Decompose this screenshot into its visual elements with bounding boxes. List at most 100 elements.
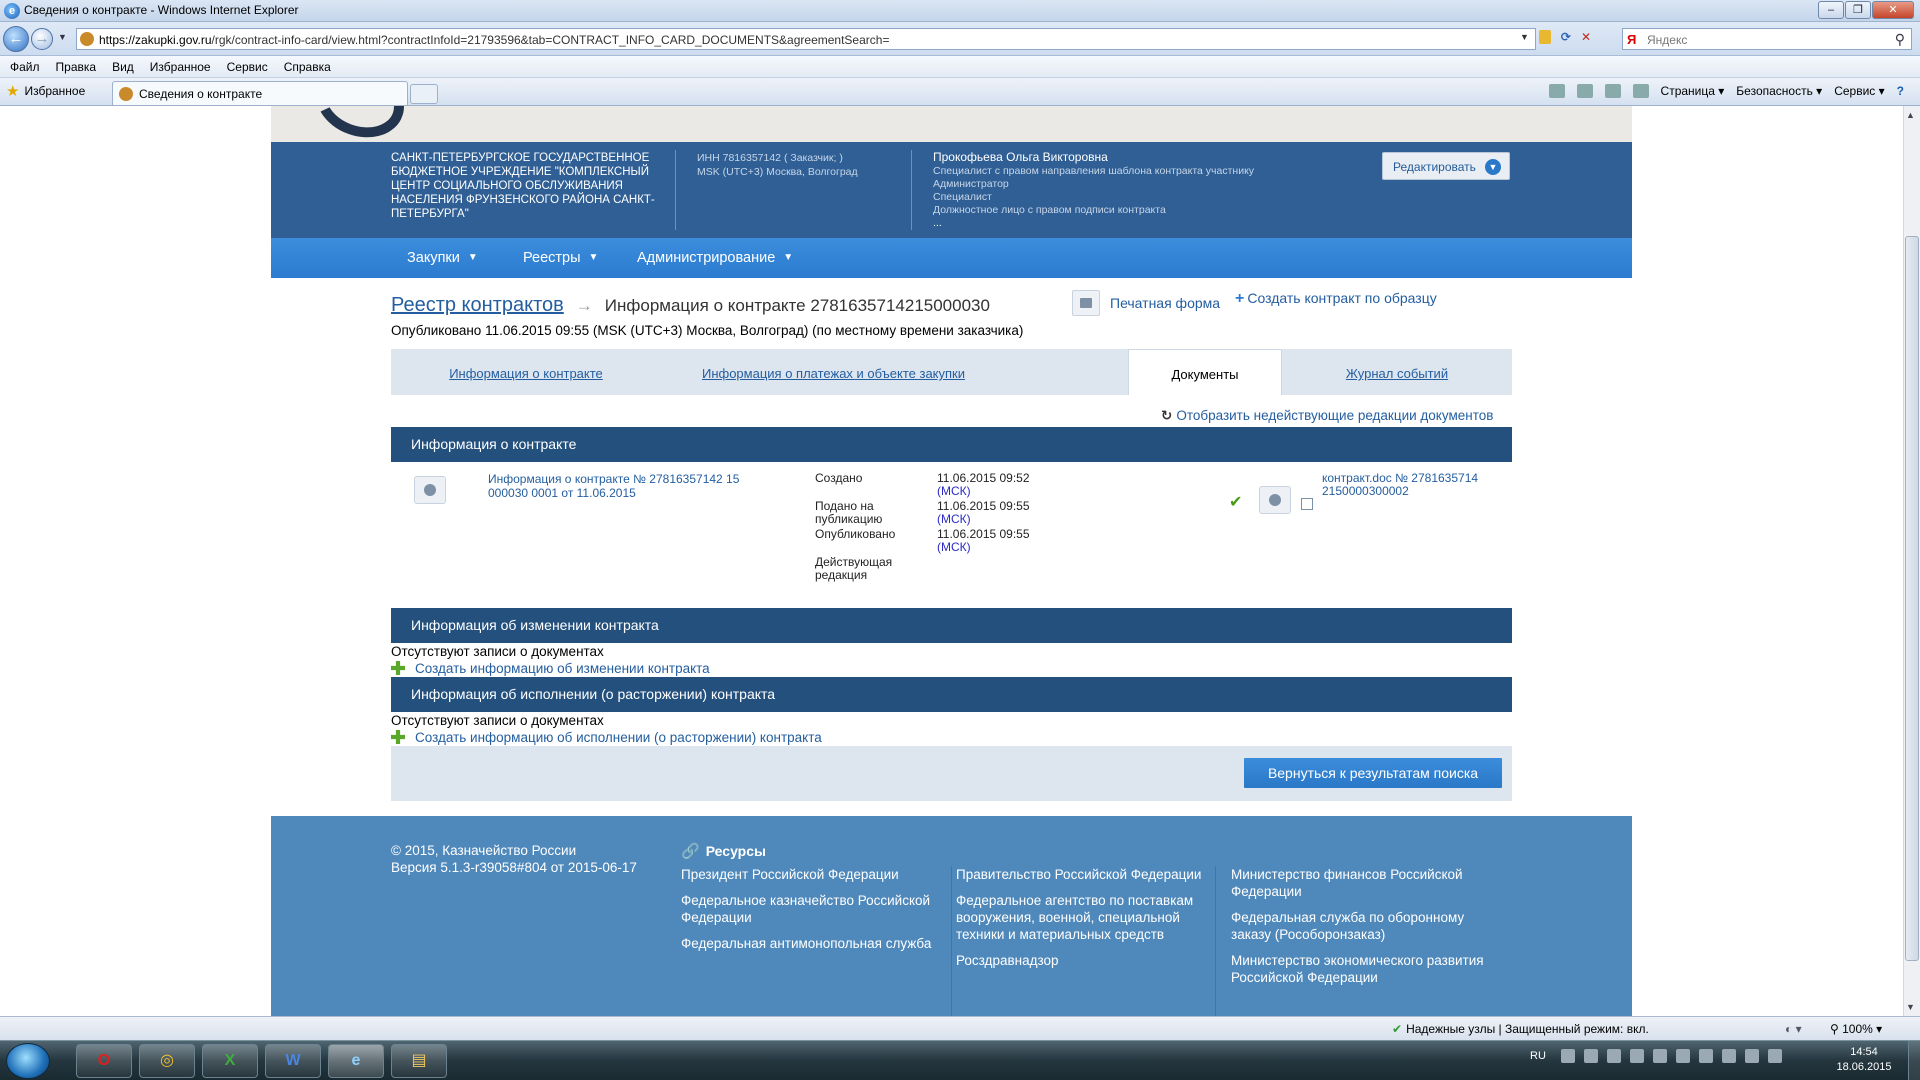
tab-contract-info[interactable]: Информация о контракте <box>391 349 661 395</box>
tray-app-icon[interactable] <box>1606 1049 1621 1063</box>
zone-settings-icon[interactable]: ◐ ▾ <box>1785 1022 1802 1036</box>
address-url[interactable]: https://zakupki.gov.ru/rgk/contract-info… <box>99 33 889 47</box>
language-indicator[interactable]: RU <box>1530 1050 1546 1062</box>
tray-app-icon[interactable] <box>1629 1049 1644 1063</box>
show-inactive-revisions-link[interactable]: ↻ Отобразить недействующие редакции докум… <box>1161 408 1493 424</box>
document-row: Информация о контракте № 27816357142 15 … <box>391 462 1512 602</box>
user-roles-more[interactable]: ... <box>933 217 1254 230</box>
resource-link[interactable]: Министерство экономического развития Рос… <box>1231 952 1491 986</box>
tray-antivirus-icon[interactable] <box>1767 1049 1782 1063</box>
taskbar-chrome-icon[interactable]: ◎ <box>139 1044 195 1078</box>
mail-icon[interactable] <box>1604 84 1621 98</box>
resource-link[interactable]: Правительство Российской Федерации <box>956 866 1216 883</box>
show-desktop-button[interactable] <box>1908 1041 1920 1080</box>
signature-icon[interactable] <box>1259 486 1291 514</box>
tab-documents[interactable]: Документы <box>1128 349 1282 395</box>
resource-link[interactable]: Росздравнадзор <box>956 952 1216 969</box>
create-execution-info-link[interactable]: Создать информацию об исполнении (о раст… <box>391 730 822 745</box>
home-icon[interactable] <box>1548 84 1565 98</box>
organization-inn: ИНН 7816357142 ( Заказчик; ) MSK (UTC+3)… <box>697 151 858 179</box>
lock-icon[interactable] <box>1538 30 1551 44</box>
create-by-sample-link[interactable]: + Создать контракт по образцу <box>1235 290 1437 308</box>
resource-link[interactable]: Министерство финансов Российской Федерац… <box>1231 866 1491 900</box>
menu-file[interactable]: Файл <box>10 56 49 77</box>
tray-app-icon[interactable] <box>1675 1049 1690 1063</box>
taskbar-opera-icon[interactable]: O <box>76 1044 132 1078</box>
create-change-info-link[interactable]: Создать информацию об изменении контракт… <box>391 661 710 676</box>
address-bar[interactable]: https://zakupki.gov.ru/rgk/contract-info… <box>76 28 1536 50</box>
browser-tab-current[interactable]: Сведения о контракте <box>112 81 408 105</box>
new-tab-button[interactable] <box>410 84 438 104</box>
forward-button[interactable]: → <box>31 28 53 50</box>
address-dropdown-icon[interactable]: ▼ <box>1520 32 1529 44</box>
menu-favorites[interactable]: Избранное <box>150 56 220 77</box>
tray-flag-icon[interactable] <box>1744 1049 1759 1063</box>
print-form-button[interactable]: Печатная форма <box>1072 290 1220 316</box>
address-row: ← → ▼ https://zakupki.gov.ru/rgk/contrac… <box>0 22 1920 56</box>
tray-app-icon[interactable] <box>1583 1049 1598 1063</box>
cmd-page[interactable]: Страница ▾ <box>1661 84 1725 98</box>
help-icon[interactable]: ? <box>1897 84 1904 98</box>
resource-link[interactable]: Федеральное агентство по поставкам воору… <box>956 892 1216 943</box>
back-button[interactable]: ← <box>3 26 29 52</box>
menu-tools[interactable]: Сервис <box>227 56 277 77</box>
system-clock[interactable]: 14:54 18.06.2015 <box>1834 1045 1894 1075</box>
resource-link[interactable]: Федеральная служба по оборонному заказу … <box>1231 909 1491 943</box>
maximize-button[interactable]: ❐ <box>1845 1 1871 19</box>
tray-app-icon[interactable] <box>1652 1049 1667 1063</box>
favorites-button[interactable]: ★ Избранное <box>6 82 85 100</box>
zoom-level[interactable]: ⚲ 100% ▾ <box>1830 1022 1882 1036</box>
tab-event-log[interactable]: Журнал событий <box>1282 349 1512 395</box>
file-link[interactable]: контракт.doc № 27816357142150000300002 <box>1322 472 1482 498</box>
edit-button[interactable]: Редактировать ▼ <box>1382 152 1510 180</box>
scroll-thumb[interactable] <box>1905 236 1919 961</box>
print-icon[interactable] <box>1632 84 1649 98</box>
history-dropdown-icon[interactable]: ▼ <box>58 32 67 42</box>
menu-edit[interactable]: Правка <box>56 56 106 77</box>
organization-band: САНКТ-ПЕТЕРБУРГСКОЕ ГОСУДАРСТВЕННОЕ БЮДЖ… <box>271 142 1632 238</box>
refresh-icon[interactable]: ⟳ <box>1561 30 1571 44</box>
url-path: /rgk/contract-info-card/view.html?contra… <box>211 33 890 47</box>
scroll-down-icon[interactable]: ▼ <box>1906 1002 1915 1012</box>
taskbar-word-icon[interactable]: W <box>265 1044 321 1078</box>
menu-help[interactable]: Справка <box>284 56 340 77</box>
close-window-button[interactable]: ✕ <box>1872 1 1914 19</box>
menu-view[interactable]: Вид <box>112 56 143 77</box>
nav-purchases[interactable]: Закупки ▼ <box>407 250 478 266</box>
meta-value: 11.06.2015 09:55 (МСК) <box>937 500 1030 526</box>
feeds-icon[interactable] <box>1576 84 1593 98</box>
vertical-scrollbar[interactable]: ▲ ▼ <box>1903 106 1920 1016</box>
print-form-label: Печатная форма <box>1110 295 1221 311</box>
taskbar-explorer-icon[interactable]: ▤ <box>391 1044 447 1078</box>
security-zone-status[interactable]: ✔ Надежные узлы | Защищенный режим: вкл. <box>1392 1022 1649 1036</box>
search-icon[interactable]: ⚲ <box>1895 31 1905 48</box>
start-button[interactable] <box>6 1043 50 1079</box>
cmd-security[interactable]: Безопасность ▾ <box>1736 84 1822 98</box>
resource-link[interactable]: Президент Российской Федерации <box>681 866 941 883</box>
create-by-sample-label: Создать контракт по образцу <box>1247 290 1437 306</box>
cmd-tools[interactable]: Сервис ▾ <box>1834 84 1884 98</box>
meta-date: 11.06.2015 09:55 <box>937 499 1030 513</box>
nav-administration[interactable]: Администрирование ▼ <box>637 250 793 266</box>
search-input[interactable]: Я Яндекс ⚲ <box>1622 28 1912 50</box>
clock-date: 18.06.2015 <box>1836 1061 1892 1073</box>
taskbar-ie-icon[interactable]: e <box>328 1044 384 1078</box>
document-link[interactable]: Информация о контракте № 27816357142 15 … <box>488 472 758 500</box>
scroll-up-icon[interactable]: ▲ <box>1906 110 1915 120</box>
tray-network-icon[interactable] <box>1698 1049 1713 1063</box>
tray-volume-icon[interactable] <box>1721 1049 1736 1063</box>
minimize-button[interactable]: – <box>1818 1 1844 19</box>
window-titlebar: e Сведения о контракте - Windows Interne… <box>0 0 1920 22</box>
stop-icon[interactable]: ✕ <box>1581 30 1591 44</box>
tray-app-icon[interactable] <box>1560 1049 1575 1063</box>
nav-registries[interactable]: Реестры ▼ <box>523 250 598 266</box>
resource-link[interactable]: Федеральное казначейство Российской Феде… <box>681 892 941 926</box>
breadcrumb-registry-link[interactable]: Реестр контрактов <box>391 294 564 317</box>
return-to-results-button[interactable]: Вернуться к результатам поиска <box>1244 758 1502 788</box>
taskbar-excel-icon[interactable]: X <box>202 1044 258 1078</box>
star-icon: ★ <box>6 83 20 100</box>
tab-payments[interactable]: Информация о платежах и объекте закупки <box>661 349 1006 395</box>
resource-link[interactable]: Федеральная антимонопольная служба <box>681 935 941 952</box>
create-change-label: Создать информацию об изменении контракт… <box>415 661 710 676</box>
signature-icon[interactable] <box>414 476 446 504</box>
